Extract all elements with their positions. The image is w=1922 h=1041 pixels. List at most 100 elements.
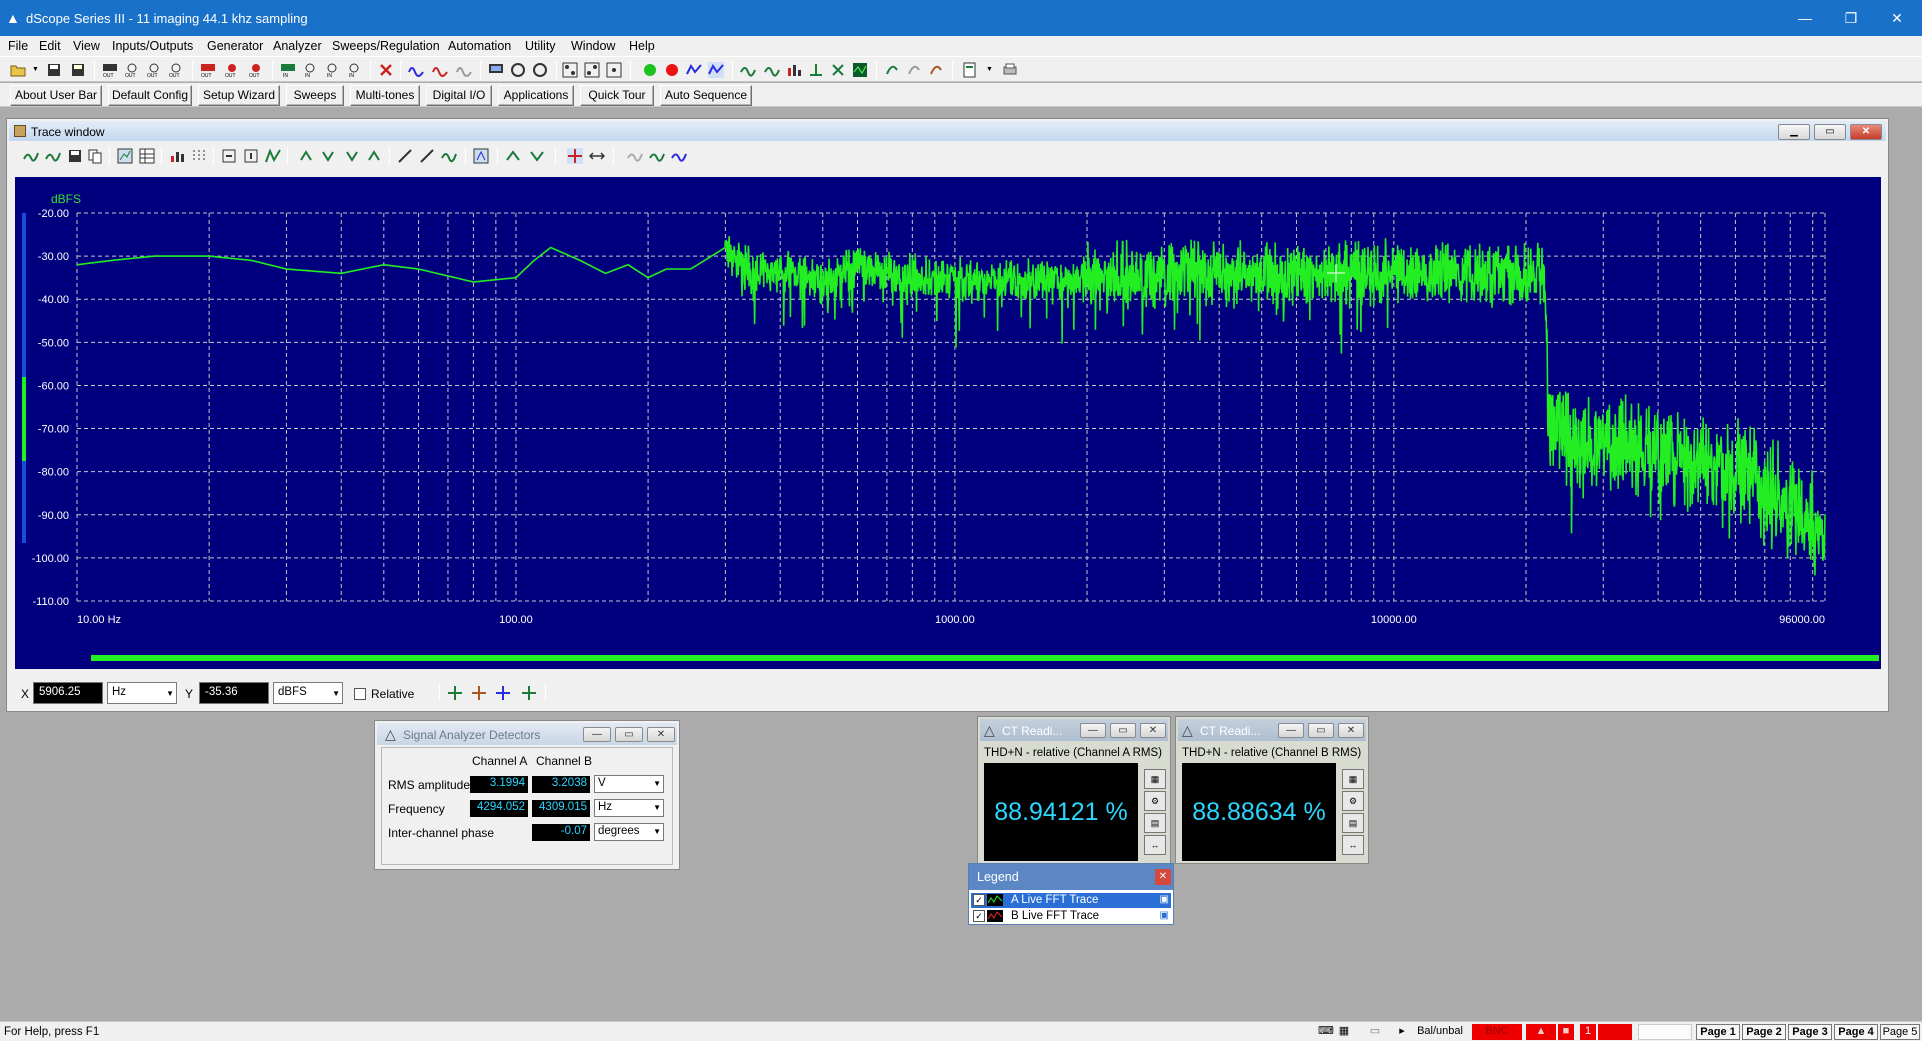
script-edit-icon[interactable] [928, 62, 944, 78]
monitor-c-icon[interactable] [532, 62, 548, 78]
menu-edit[interactable]: Edit [39, 39, 61, 53]
cursor-plus-icon[interactable] [447, 685, 463, 701]
ct-b-meter-icon[interactable]: ▦ [1342, 769, 1364, 789]
route-2-icon[interactable] [584, 62, 600, 78]
ct-b-settings-icon[interactable]: ⚙ [1342, 791, 1364, 811]
route-3-icon[interactable] [606, 62, 622, 78]
page-3-tab[interactable]: Page 3 [1788, 1024, 1832, 1040]
legend-close-button[interactable]: ✕ [1155, 869, 1171, 885]
monitor-a-icon[interactable] [488, 62, 504, 78]
page-5-tab[interactable]: Page 5 [1880, 1024, 1920, 1040]
report-icon[interactable] [962, 62, 978, 78]
relative-checkbox[interactable] [354, 688, 366, 700]
ct-a-graph-icon[interactable]: ▤ [1144, 813, 1166, 833]
setup-wizard-button[interactable]: Setup Wizard [198, 85, 280, 106]
ct-reading-b-titlebar[interactable]: △ CT Readi... — ▭ ✕ [1178, 719, 1366, 741]
print-icon[interactable] [1002, 62, 1018, 78]
generator-a-icon[interactable] [408, 62, 424, 78]
menu-sweeps-regulation[interactable]: Sweeps/Regulation [332, 39, 440, 53]
close-button[interactable]: ✕ [1874, 0, 1920, 36]
measure-2-icon[interactable] [419, 148, 435, 164]
menu-automation[interactable]: Automation [448, 39, 511, 53]
graph-view-icon[interactable] [117, 148, 133, 164]
restore-button[interactable]: ❐ [1828, 0, 1874, 36]
stop-icon[interactable] [378, 62, 394, 78]
sweep-icon[interactable] [686, 62, 702, 78]
digital-io-button[interactable]: Digital I/O [426, 85, 492, 106]
ct-a-link-icon[interactable]: ↔ [1144, 835, 1166, 855]
route-1-icon[interactable] [562, 62, 578, 78]
save-icon[interactable] [46, 62, 62, 78]
input-c-icon[interactable]: IN [324, 62, 340, 78]
legend-a-properties-icon[interactable]: ▣ [1160, 894, 1169, 905]
auto-sequence-button[interactable]: Auto Sequence [660, 85, 752, 106]
script-run-icon[interactable] [884, 62, 900, 78]
ct-a-close-button[interactable]: ✕ [1140, 723, 1166, 738]
cursor-2-icon[interactable] [321, 148, 337, 164]
legend-b-properties-icon[interactable]: ▣ [1160, 910, 1169, 921]
autoscale-icon[interactable] [265, 148, 281, 164]
detectors-minimize-button[interactable]: — [583, 727, 611, 742]
output-c-icon[interactable]: OUT [146, 62, 162, 78]
legend-item-a[interactable]: ✓ A Live FFT Trace ▣ [971, 893, 1171, 908]
bar-graph-icon[interactable] [786, 62, 802, 78]
trace-compare-icon[interactable] [671, 148, 687, 164]
script-step-icon[interactable] [906, 62, 922, 78]
output-mute-c-icon[interactable]: OUT [248, 62, 264, 78]
sweep-active-icon[interactable] [708, 62, 724, 78]
crossed-tools-icon[interactable] [830, 62, 846, 78]
ct-b-graph-icon[interactable]: ▤ [1342, 813, 1364, 833]
open-dropdown-icon[interactable]: ▼ [32, 66, 39, 73]
cursor-up-icon[interactable] [505, 148, 521, 164]
page-2-tab[interactable]: Page 2 [1742, 1024, 1786, 1040]
detectors-close-button[interactable]: ✕ [647, 727, 675, 742]
generator-b-icon[interactable] [432, 62, 448, 78]
cursor-tools-icon[interactable] [521, 685, 537, 701]
x-scroll-bar[interactable] [91, 655, 1879, 661]
menu-generator[interactable]: Generator [207, 39, 263, 53]
y-cursor-value[interactable]: -35.36 [199, 682, 269, 704]
ct-a-settings-icon[interactable]: ⚙ [1144, 791, 1166, 811]
cursor-link-icon[interactable] [589, 148, 605, 164]
page-4-tab[interactable]: Page 4 [1834, 1024, 1878, 1040]
input-d-icon[interactable]: IN [346, 62, 362, 78]
trace-1-icon[interactable] [740, 62, 756, 78]
legend-item-b[interactable]: ✓ B Live FFT Trace ▣ [971, 909, 1171, 924]
zoom-y-icon[interactable] [243, 148, 259, 164]
output-d-icon[interactable]: OUT [168, 62, 184, 78]
x-unit-select[interactable]: Hz ▼ [107, 682, 177, 704]
trace-copy-icon[interactable] [87, 148, 103, 164]
monitor-b-icon[interactable] [510, 62, 526, 78]
output-mute-icon[interactable]: OUT [200, 62, 216, 78]
trace-maximize-button[interactable]: ▭ [1814, 124, 1846, 140]
phase-unit-select[interactable]: degrees ▼ [594, 823, 664, 841]
trace-2-icon[interactable] [764, 62, 780, 78]
menu-analyzer[interactable]: Analyzer [273, 39, 322, 53]
cursor-1-icon[interactable] [299, 148, 315, 164]
ct-reading-a-titlebar[interactable]: △ CT Readi... — ▭ ✕ [980, 719, 1168, 741]
fft-trace-graph[interactable]: -20.00 -30.00 -40.00 -50.00 -60.00 -70.00 -80.… [15, 177, 1881, 669]
input-a-icon[interactable]: IN [280, 62, 296, 78]
axis-settings-icon[interactable] [191, 148, 207, 164]
menu-view[interactable]: View [73, 39, 100, 53]
ct-b-link-icon[interactable]: ↔ [1342, 835, 1364, 855]
trace-window-titlebar[interactable]: Trace window ▁ ▭ ✕ [9, 121, 1886, 141]
frequency-unit-select[interactable]: Hz ▼ [594, 799, 664, 817]
output-a-icon[interactable]: OUT [102, 62, 118, 78]
minimize-button[interactable]: — [1782, 0, 1828, 36]
ct-a-minimize-button[interactable]: — [1080, 723, 1106, 738]
marker-icon[interactable] [473, 148, 489, 164]
output-mute-b-icon[interactable]: OUT [224, 62, 240, 78]
menu-inputs-outputs[interactable]: Inputs/Outputs [112, 39, 193, 53]
ct-b-close-button[interactable]: ✕ [1338, 723, 1364, 738]
trace-save-icon[interactable] [67, 148, 83, 164]
menu-file[interactable]: File [8, 39, 28, 53]
detectors-titlebar[interactable]: △ Signal Analyzer Detectors — ▭ ✕ [377, 723, 677, 745]
applications-button[interactable]: Applications [498, 85, 574, 106]
y-unit-select[interactable]: dBFS ▼ [273, 682, 343, 704]
legend-b-checkbox[interactable]: ✓ [973, 910, 985, 922]
record-red-icon[interactable] [664, 62, 680, 78]
cursor-plus-arrow-icon[interactable] [471, 685, 487, 701]
save-all-icon[interactable] [70, 62, 86, 78]
cursor-move-icon[interactable] [567, 148, 583, 164]
